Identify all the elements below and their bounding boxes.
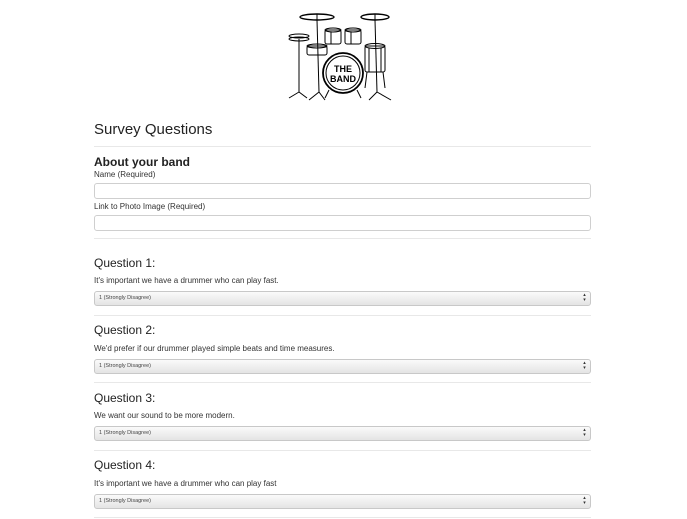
drum-kit-logo: THE BAND bbox=[288, 13, 392, 101]
divider bbox=[94, 517, 591, 518]
question-4-select[interactable]: 1 (Strongly Disagree) ▴ ▾ bbox=[94, 494, 591, 509]
question-2-heading: Question 2: bbox=[94, 323, 156, 337]
divider bbox=[94, 146, 591, 147]
question-2-text: We'd prefer if our drummer played simple… bbox=[94, 344, 335, 353]
updown-arrows-icon: ▴ ▾ bbox=[583, 292, 586, 303]
name-input[interactable] bbox=[94, 183, 591, 199]
logo-text-the: THE bbox=[334, 64, 352, 74]
updown-arrows-icon: ▴ ▾ bbox=[583, 360, 586, 371]
question-1-heading: Question 1: bbox=[94, 256, 156, 270]
question-4-heading: Question 4: bbox=[94, 458, 156, 472]
question-1-text: It's important we have a drummer who can… bbox=[94, 276, 279, 285]
question-3-select[interactable]: 1 (Strongly Disagree) ▴ ▾ bbox=[94, 426, 591, 441]
page: THE BAND Survey Questions About your ban… bbox=[0, 0, 687, 519]
question-3-heading: Question 3: bbox=[94, 391, 156, 405]
divider bbox=[94, 315, 591, 316]
question-2-selected-value: 1 (Strongly Disagree) bbox=[99, 363, 151, 369]
divider bbox=[94, 450, 591, 451]
question-4-text: It's important we have a drummer who can… bbox=[94, 479, 277, 488]
page-title: Survey Questions bbox=[94, 121, 213, 138]
about-heading: About your band bbox=[94, 155, 190, 169]
logo-text-band: BAND bbox=[330, 74, 356, 84]
question-1-selected-value: 1 (Strongly Disagree) bbox=[99, 295, 151, 301]
question-3-selected-value: 1 (Strongly Disagree) bbox=[99, 430, 151, 436]
divider bbox=[94, 382, 591, 383]
question-1-select[interactable]: 1 (Strongly Disagree) ▴ ▾ bbox=[94, 291, 591, 306]
question-4-selected-value: 1 (Strongly Disagree) bbox=[99, 498, 151, 504]
photo-link-label: Link to Photo Image (Required) bbox=[94, 202, 206, 211]
updown-arrows-icon: ▴ ▾ bbox=[583, 427, 586, 438]
question-2-select[interactable]: 1 (Strongly Disagree) ▴ ▾ bbox=[94, 359, 591, 374]
name-label: Name (Required) bbox=[94, 170, 156, 179]
divider bbox=[94, 238, 591, 239]
question-3-text: We want our sound to be more modern. bbox=[94, 411, 235, 420]
updown-arrows-icon: ▴ ▾ bbox=[583, 495, 586, 506]
photo-link-input[interactable] bbox=[94, 215, 591, 231]
